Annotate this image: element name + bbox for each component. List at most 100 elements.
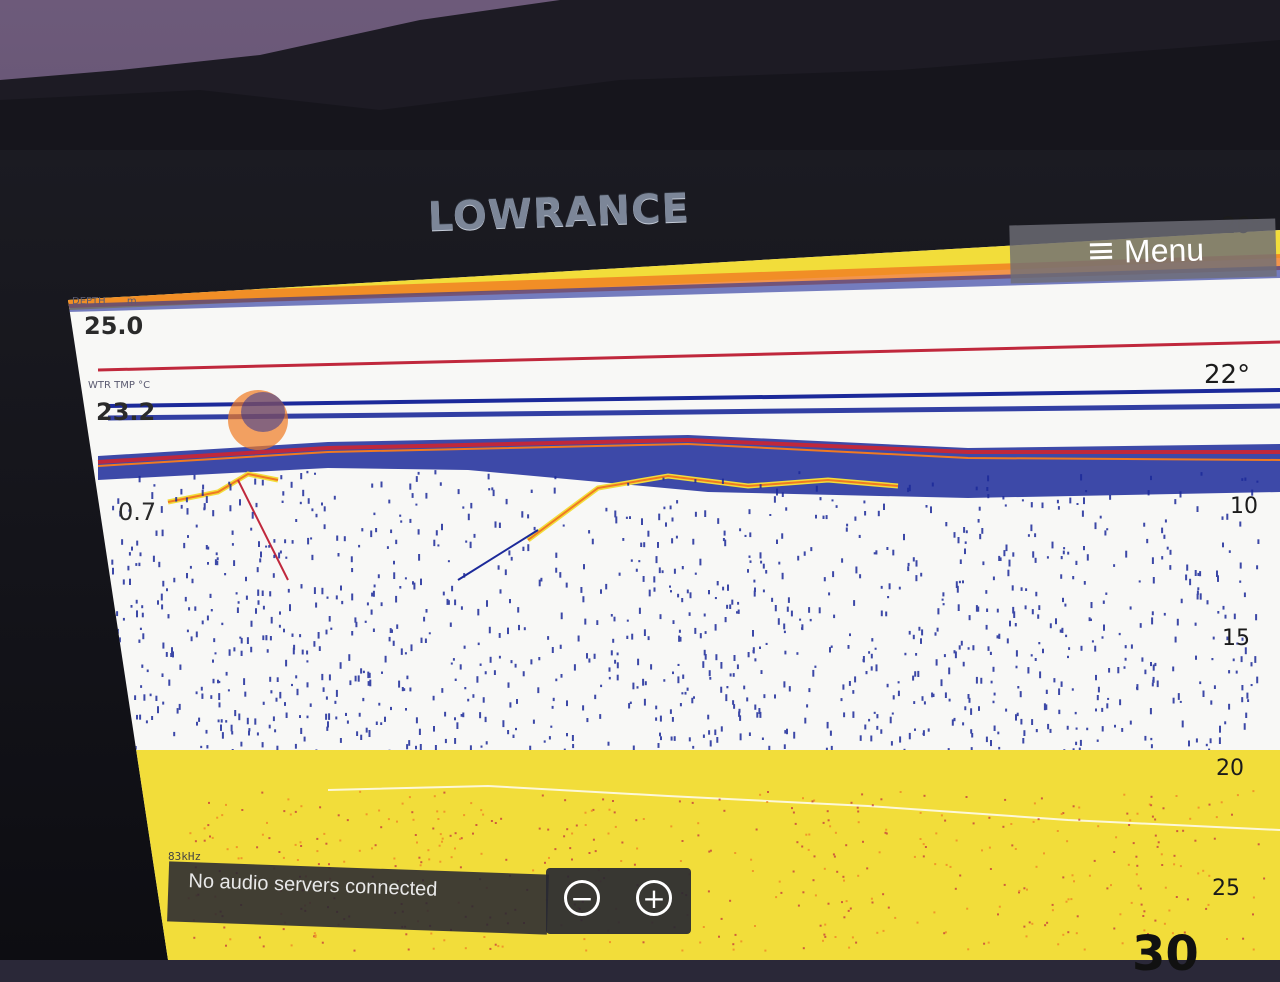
noise-speckle bbox=[915, 575, 918, 582]
noise-speckle bbox=[189, 565, 192, 569]
noise-speckle bbox=[833, 614, 836, 619]
bottom-speckle bbox=[396, 820, 398, 823]
bottom-speckle bbox=[822, 939, 824, 942]
bottom-speckle bbox=[575, 824, 578, 827]
noise-speckle bbox=[931, 692, 934, 698]
noise-speckle bbox=[265, 545, 268, 548]
noise-speckle bbox=[927, 728, 930, 732]
noise-speckle bbox=[295, 675, 298, 679]
noise-speckle bbox=[571, 735, 574, 741]
noise-speckle bbox=[1019, 691, 1022, 698]
noise-speckle bbox=[1246, 692, 1249, 699]
noise-speckle bbox=[270, 616, 273, 624]
noise-speckle bbox=[708, 730, 711, 735]
noise-speckle bbox=[447, 560, 450, 563]
noise-speckle bbox=[692, 538, 695, 545]
noise-speckle bbox=[313, 641, 316, 647]
bottom-speckle bbox=[430, 932, 433, 935]
noise-speckle bbox=[152, 555, 155, 562]
noise-speckle bbox=[1152, 679, 1155, 683]
noise-speckle bbox=[522, 671, 525, 677]
noise-speckle bbox=[375, 528, 378, 533]
bottom-speckle bbox=[541, 794, 544, 797]
bottom-speckle bbox=[1088, 874, 1091, 877]
noise-speckle bbox=[653, 576, 656, 583]
bottom-speckle bbox=[371, 847, 373, 850]
noise-speckle bbox=[450, 662, 453, 665]
noise-speckle bbox=[978, 506, 981, 511]
noise-speckle bbox=[1228, 670, 1231, 674]
bottom-speckle bbox=[208, 801, 210, 804]
noise-speckle bbox=[502, 720, 505, 728]
noise-speckle bbox=[970, 708, 973, 715]
noise-speckle bbox=[193, 474, 196, 480]
noise-speckle bbox=[243, 678, 246, 685]
noise-speckle bbox=[846, 523, 849, 527]
noise-speckle bbox=[418, 554, 421, 561]
noise-speckle bbox=[956, 585, 959, 593]
noise-speckle bbox=[469, 541, 472, 549]
noise-speckle bbox=[360, 668, 363, 674]
noise-speckle bbox=[1075, 727, 1078, 730]
bottom-speckle bbox=[584, 824, 587, 826]
bottom-speckle bbox=[732, 943, 735, 946]
noise-speckle bbox=[127, 565, 130, 571]
menu-button[interactable]: Menu bbox=[1009, 218, 1277, 284]
noise-speckle bbox=[136, 714, 138, 720]
noise-speckle bbox=[722, 586, 725, 591]
bottom-speckle bbox=[764, 949, 767, 952]
noise-speckle bbox=[1002, 496, 1005, 500]
bottom-speckle bbox=[857, 874, 860, 877]
noise-speckle bbox=[505, 498, 508, 505]
noise-speckle bbox=[815, 485, 818, 492]
noise-speckle bbox=[499, 589, 502, 594]
bottom-speckle bbox=[432, 947, 435, 950]
noise-speckle bbox=[389, 628, 392, 633]
bottom-speckle bbox=[1226, 938, 1228, 940]
bottom-speckle bbox=[1257, 843, 1260, 846]
noise-speckle bbox=[914, 671, 917, 677]
sonar-screen[interactable] bbox=[68, 230, 1280, 960]
noise-speckle bbox=[457, 489, 460, 495]
noise-speckle bbox=[921, 629, 924, 636]
noise-speckle bbox=[186, 573, 188, 579]
noise-speckle bbox=[314, 472, 316, 475]
noise-speckle bbox=[187, 535, 189, 538]
zoom-in-button[interactable]: + bbox=[636, 880, 672, 916]
noise-speckle bbox=[671, 517, 674, 522]
noise-speckle bbox=[328, 713, 331, 720]
noise-speckle bbox=[849, 633, 851, 637]
noise-speckle bbox=[709, 740, 712, 747]
noise-speckle bbox=[940, 679, 943, 687]
noise-speckle bbox=[441, 688, 444, 693]
noise-speckle bbox=[1086, 554, 1089, 561]
bottom-speckle bbox=[609, 941, 611, 944]
noise-speckle bbox=[291, 633, 294, 637]
bottom-speckle bbox=[505, 858, 508, 861]
noise-speckle bbox=[1174, 636, 1177, 643]
bottom-speckle bbox=[967, 948, 970, 951]
noise-speckle bbox=[270, 690, 273, 694]
noise-speckle bbox=[724, 617, 727, 623]
noise-speckle bbox=[321, 502, 323, 506]
noise-speckle bbox=[233, 647, 236, 652]
noise-speckle bbox=[1051, 541, 1054, 549]
noise-speckle bbox=[230, 724, 233, 732]
bottom-speckle bbox=[1130, 901, 1133, 904]
zoom-out-button[interactable]: − bbox=[564, 880, 600, 916]
bottom-speckle bbox=[1060, 813, 1063, 815]
noise-speckle bbox=[311, 508, 314, 512]
bottom-speckle bbox=[807, 848, 810, 851]
noise-speckle bbox=[354, 675, 357, 682]
noise-speckle bbox=[632, 682, 635, 690]
noise-speckle bbox=[942, 592, 945, 597]
bottom-speckle bbox=[1018, 889, 1021, 892]
noise-speckle bbox=[261, 479, 264, 486]
noise-speckle bbox=[942, 603, 945, 606]
bottom-speckle bbox=[755, 828, 758, 831]
bottom-speckle bbox=[1066, 840, 1069, 843]
noise-speckle bbox=[920, 572, 923, 577]
bottom-speckle bbox=[802, 947, 805, 950]
bottom-speckle bbox=[343, 860, 346, 863]
bottom-speckle bbox=[454, 832, 457, 835]
